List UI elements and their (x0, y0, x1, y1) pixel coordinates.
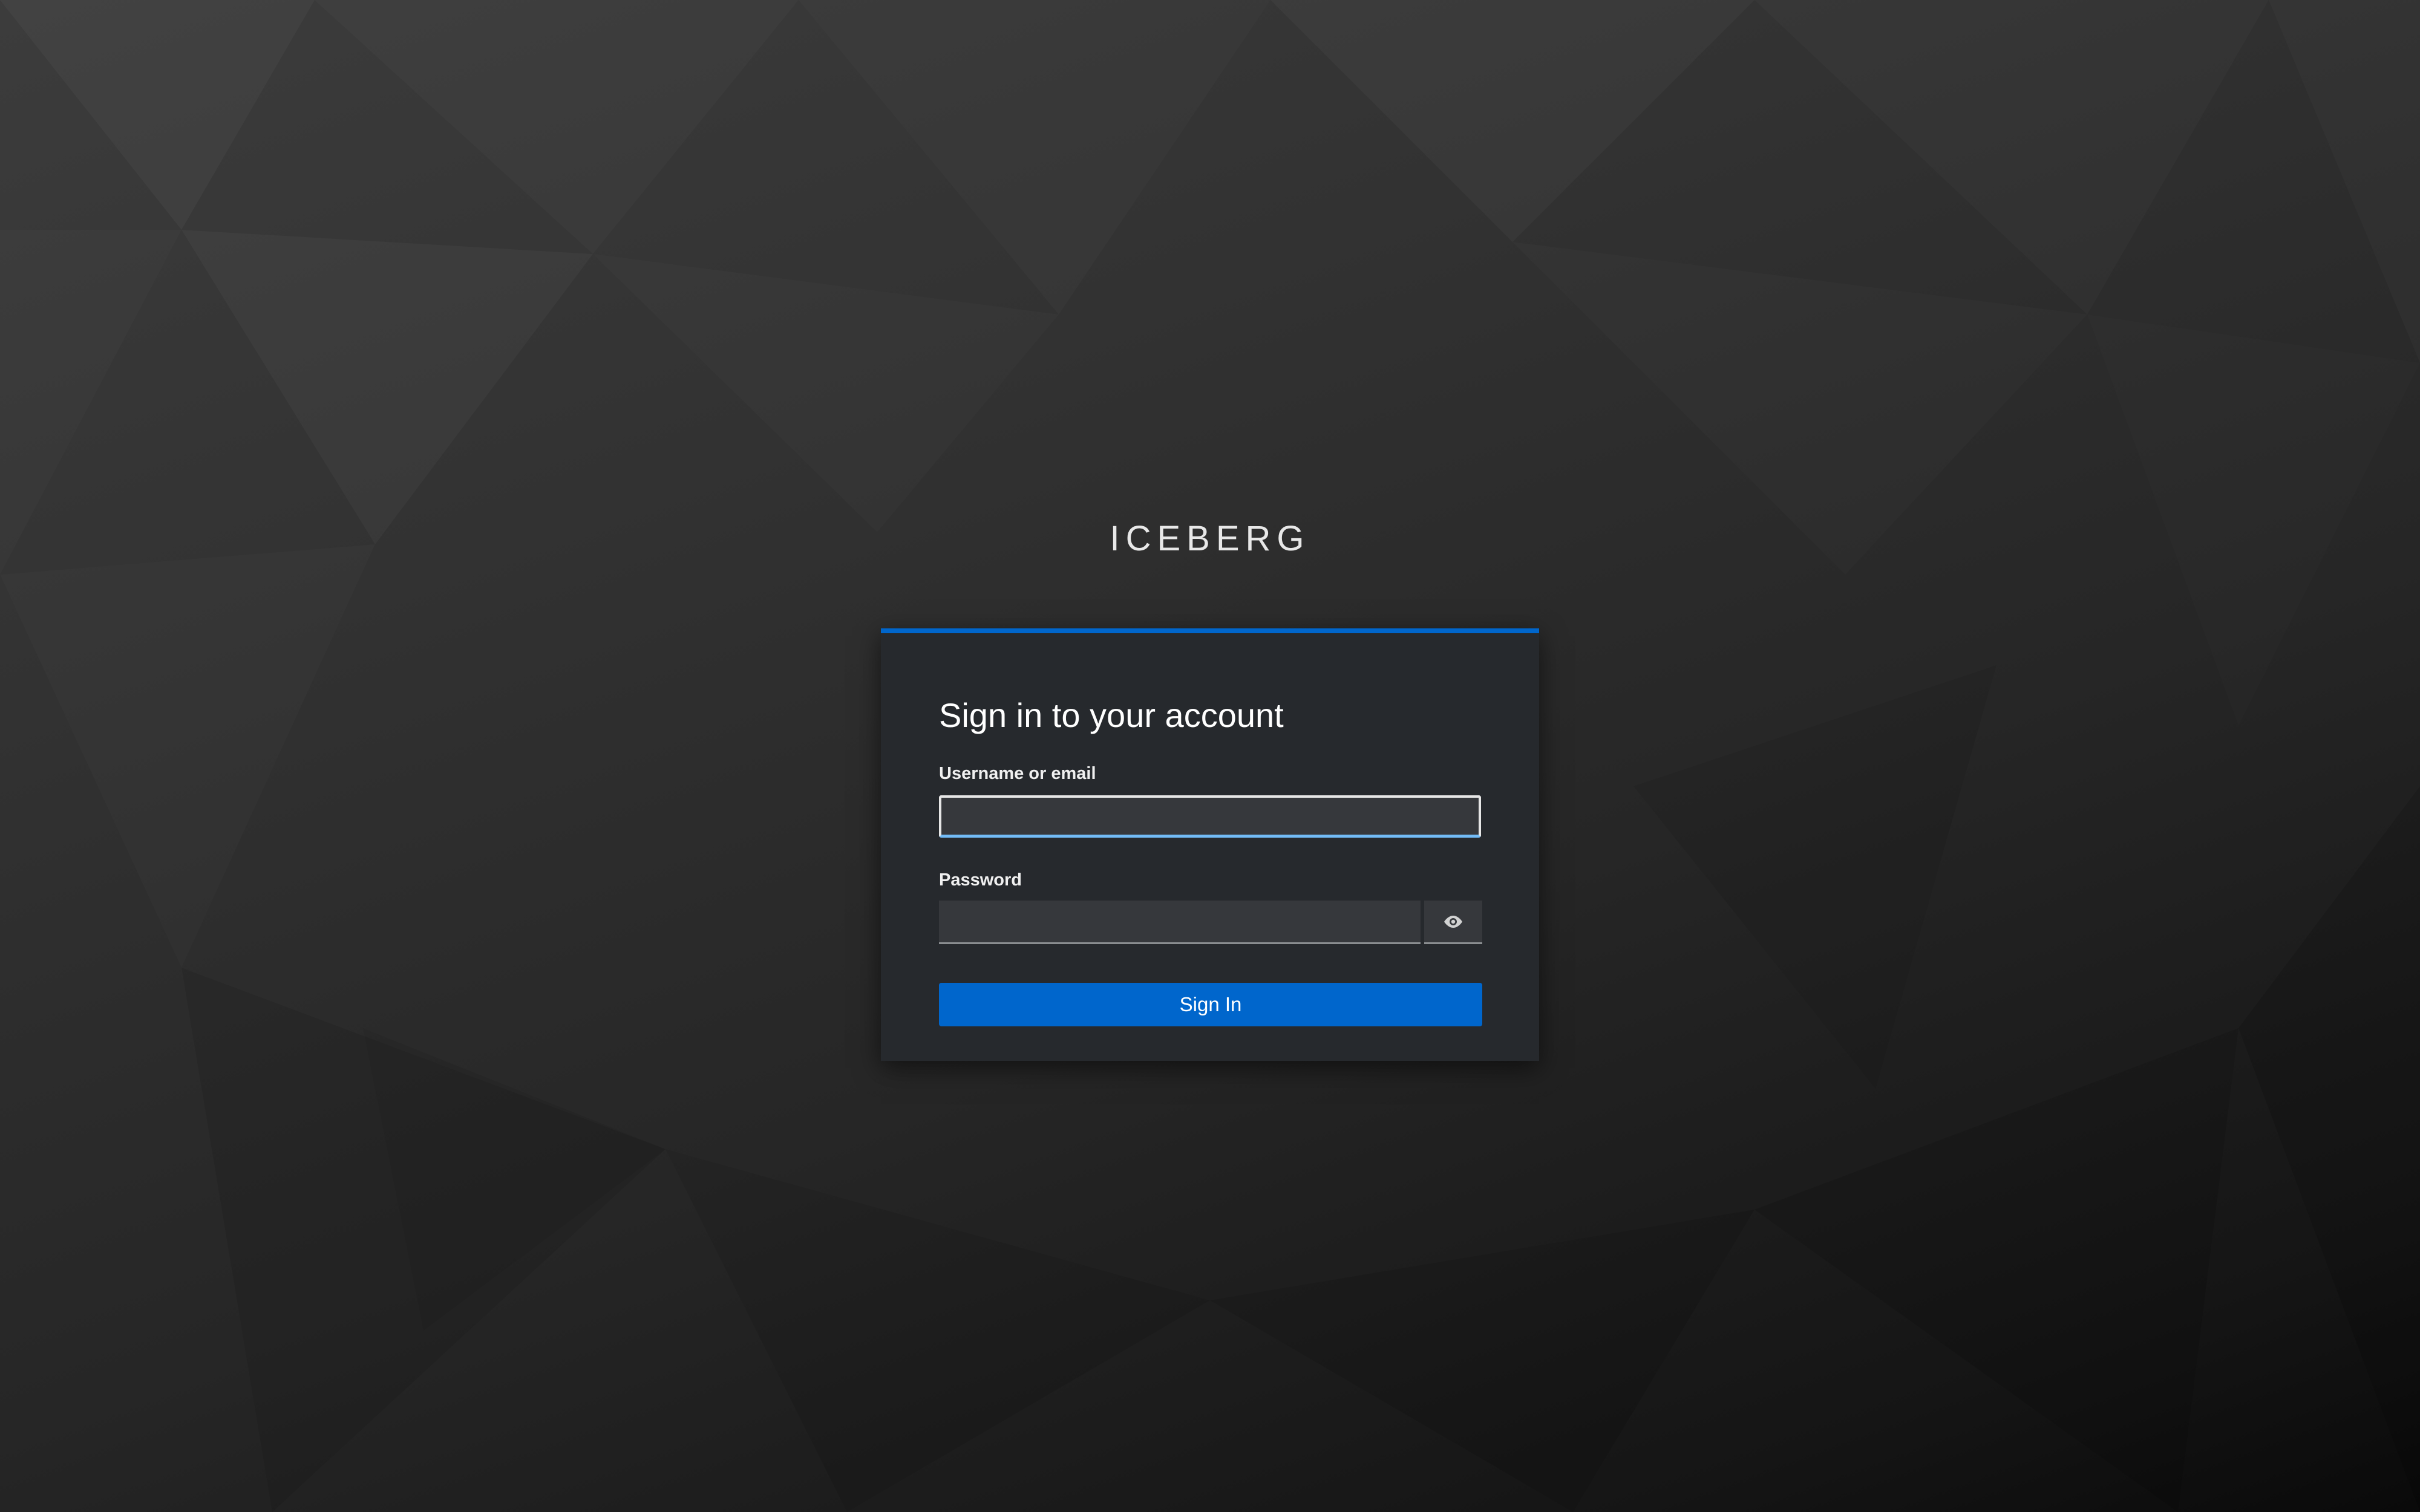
username-label: Username or email (939, 764, 1096, 783)
login-page: ICEBERG Sign in to your account Username… (0, 0, 2420, 1512)
eye-icon (1444, 915, 1462, 928)
password-input[interactable] (939, 901, 1421, 944)
page-title: Sign in to your account (939, 696, 1284, 734)
brand-title: ICEBERG (1110, 519, 1310, 558)
username-input[interactable] (939, 795, 1481, 838)
password-label: Password (939, 870, 1022, 890)
show-password-button[interactable] (1424, 901, 1482, 944)
login-card: Sign in to your account Username or emai… (881, 628, 1539, 1061)
sign-in-button[interactable]: Sign In (939, 983, 1482, 1026)
